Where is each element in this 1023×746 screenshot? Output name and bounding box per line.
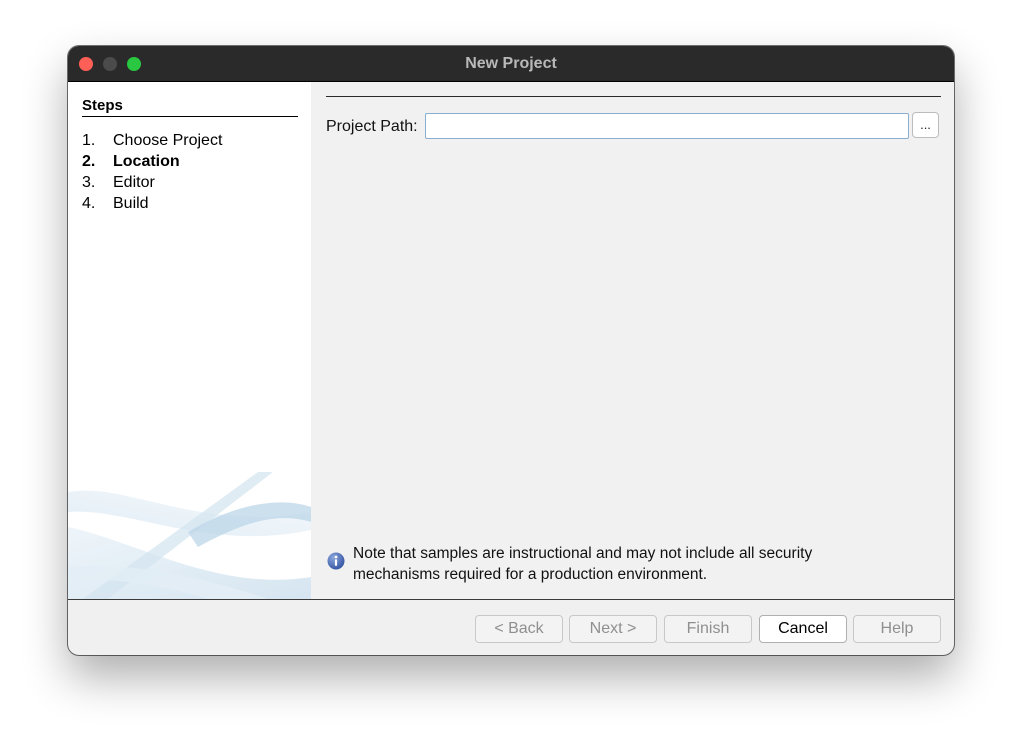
step-number: 3. [82, 174, 96, 191]
step-number: 2. [82, 153, 96, 170]
content-divider [326, 96, 941, 97]
help-button[interactable]: Help [853, 615, 941, 643]
step-item-location: 2. Location [82, 153, 222, 174]
project-path-label: Project Path: [326, 118, 418, 135]
browse-button[interactable]: ... [912, 112, 939, 138]
security-note: Note that samples are instructional and … [353, 545, 813, 583]
back-button[interactable]: < Back [475, 615, 563, 643]
step-item-choose-project: 1. Choose Project [82, 132, 222, 153]
step-label: Choose Project [113, 132, 223, 149]
step-item-build: 4. Build [82, 195, 222, 216]
step-label: Location [113, 153, 180, 170]
swoosh-watermark-icon [68, 472, 311, 599]
title-bar: New Project [68, 46, 954, 82]
project-path-input[interactable] [425, 113, 909, 139]
step-number: 1. [82, 132, 96, 149]
window-title: New Project [465, 55, 557, 72]
step-label: Build [113, 195, 149, 212]
cancel-button[interactable]: Cancel [759, 615, 847, 643]
next-button[interactable]: Next > [569, 615, 657, 643]
new-project-window: New Project Steps 1. Choose Project 2. Loc… [68, 46, 954, 655]
step-item-editor: 3. Editor [82, 174, 222, 195]
info-icon [327, 552, 345, 570]
step-label: Editor [113, 174, 155, 191]
wizard-content: Project Path: ... Note that samples are … [311, 82, 954, 599]
steps-divider [82, 116, 298, 117]
steps-panel: Steps 1. Choose Project 2. Location 3. Edit… [68, 82, 311, 599]
steps-title: Steps [82, 97, 123, 114]
finish-button[interactable]: Finish [664, 615, 752, 643]
step-number: 4. [82, 195, 96, 212]
steps-list: 1. Choose Project 2. Location 3. Editor 4. B… [82, 132, 222, 216]
footer-divider [68, 599, 954, 600]
